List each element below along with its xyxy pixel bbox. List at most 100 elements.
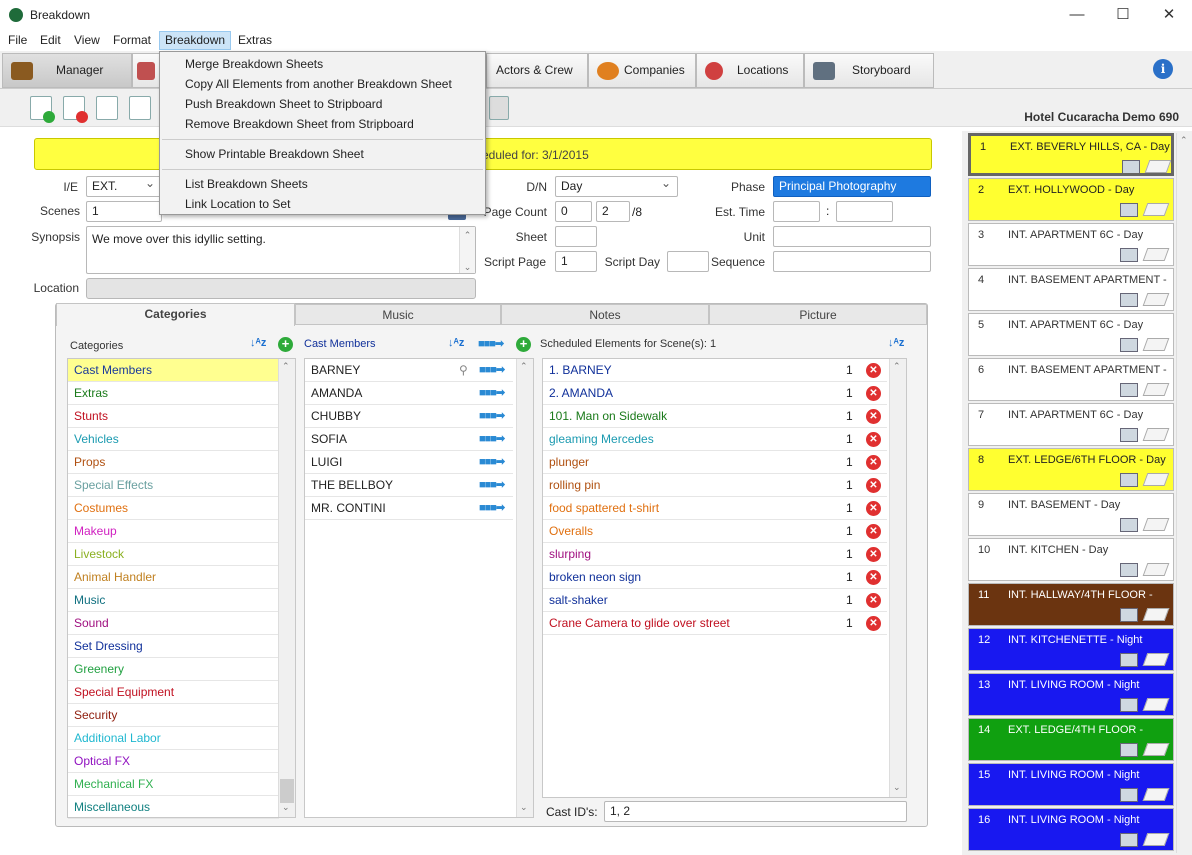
tab-categories[interactable]: Categories [56, 303, 295, 326]
cast-item[interactable]: AMANDA ■■■➡ [305, 382, 513, 405]
tab-manager[interactable]: Manager [2, 53, 132, 88]
scheduled-item[interactable]: 101. Man on Sidewalk 1 ✕ [543, 405, 887, 428]
scheduled-scrollbar[interactable]: ⌃ ⌄ [889, 359, 906, 797]
category-item[interactable]: Set Dressing [68, 635, 279, 658]
phase-select[interactable]: Principal Photography [773, 176, 931, 197]
cast-scrollbar[interactable]: ⌃ ⌄ [516, 359, 533, 817]
strip-item[interactable]: 1 EXT. BEVERLY HILLS, CA - Day [968, 133, 1174, 176]
tab-actors-crew[interactable]: Actors & Crew [486, 53, 588, 88]
category-item[interactable]: Vehicles [68, 428, 279, 451]
scheduled-item[interactable]: plunger 1 ✕ [543, 451, 887, 474]
tab-notes[interactable]: Notes [501, 304, 709, 325]
push-arrow-icon[interactable]: ■■■➡ [479, 474, 505, 496]
remove-element-icon[interactable]: ✕ [866, 570, 881, 585]
tab-companies[interactable]: Companies [588, 53, 696, 88]
menu-item-push-to-stripboard[interactable]: Push Breakdown Sheet to Stripboard [185, 97, 382, 111]
est-time-minutes-input[interactable] [836, 201, 893, 222]
tab-storyboard[interactable]: Storyboard [804, 53, 934, 88]
scheduled-item[interactable]: salt-shaker 1 ✕ [543, 589, 887, 612]
category-item[interactable]: Livestock [68, 543, 279, 566]
category-item[interactable]: Special Effects [68, 474, 279, 497]
menu-item-copy-elements[interactable]: Copy All Elements from another Breakdown… [185, 77, 452, 91]
stripboard-scrollbar[interactable]: ⌃ [1176, 133, 1191, 853]
strip-item[interactable]: 9 INT. BASEMENT - Day [968, 493, 1174, 536]
menu-item-list-sheets[interactable]: List Breakdown Sheets [185, 177, 308, 191]
menu-item-link-location[interactable]: Link Location to Set [185, 197, 290, 211]
strip-item[interactable]: 11 INT. HALLWAY/4TH FLOOR - [968, 583, 1174, 626]
cube-icon[interactable] [489, 96, 509, 120]
push-arrow-icon[interactable]: ■■■➡ [479, 451, 505, 473]
category-item[interactable]: Makeup [68, 520, 279, 543]
strip-item[interactable]: 13 INT. LIVING ROOM - Night [968, 673, 1174, 716]
delete-sheet-icon[interactable] [63, 96, 88, 123]
category-item[interactable]: Animal Handler [68, 566, 279, 589]
tab-picture[interactable]: Picture [709, 304, 927, 325]
scheduled-item[interactable]: broken neon sign 1 ✕ [543, 566, 887, 589]
sort-az-icon[interactable]: ↓ᴬz [250, 337, 266, 349]
synopsis-textarea[interactable]: We move over this idyllic setting. ⌃ ⌄ [86, 226, 476, 274]
cast-sort-az-icon[interactable]: ↓ᴬz [448, 337, 464, 349]
close-button[interactable]: ✕ [1146, 0, 1192, 30]
category-item[interactable]: Extras [68, 382, 279, 405]
synopsis-scrollbar[interactable]: ⌃ ⌄ [459, 227, 475, 273]
add-cast-icon[interactable]: + [516, 337, 531, 352]
remove-element-icon[interactable]: ✕ [866, 455, 881, 470]
page-count-whole-input[interactable]: 0 [555, 201, 592, 222]
scheduled-item[interactable]: Overalls 1 ✕ [543, 520, 887, 543]
dn-select[interactable]: Day [555, 174, 678, 197]
strip-item[interactable]: 5 INT. APARTMENT 6C - Day [968, 313, 1174, 356]
strip-item[interactable]: 8 EXT. LEDGE/6TH FLOOR - Day [968, 448, 1174, 491]
strip-item[interactable]: 3 INT. APARTMENT 6C - Day [968, 223, 1174, 266]
strip-item[interactable]: 4 INT. BASEMENT APARTMENT - [968, 268, 1174, 311]
menu-format[interactable]: Format [108, 31, 156, 50]
scheduled-item[interactable]: 2. AMANDA 1 ✕ [543, 382, 887, 405]
menu-item-merge-sheets[interactable]: Merge Breakdown Sheets [185, 57, 323, 71]
category-item[interactable]: Greenery [68, 658, 279, 681]
remove-element-icon[interactable]: ✕ [866, 616, 881, 631]
categories-scrollbar[interactable]: ⌃ ⌄ [278, 359, 295, 817]
scheduled-item[interactable]: rolling pin 1 ✕ [543, 474, 887, 497]
menu-item-remove-from-stripboard[interactable]: Remove Breakdown Sheet from Stripboard [185, 117, 414, 131]
cast-item[interactable]: LUIGI ■■■➡ [305, 451, 513, 474]
tab-locations[interactable]: Locations [696, 53, 804, 88]
menu-breakdown[interactable]: Breakdown [159, 31, 232, 50]
minimize-button[interactable]: — [1054, 0, 1100, 30]
strip-item[interactable]: 2 EXT. HOLLYWOOD - Day [968, 178, 1174, 221]
unit-input[interactable] [773, 226, 931, 247]
push-arrow-icon[interactable]: ■■■➡ [479, 497, 505, 519]
category-item[interactable]: Sound [68, 612, 279, 635]
scheduled-item[interactable]: gleaming Mercedes 1 ✕ [543, 428, 887, 451]
category-item[interactable]: Cast Members [68, 359, 279, 382]
new-sheet-icon[interactable] [30, 96, 55, 123]
scheduled-sort-icon[interactable]: ↓ᴬz [888, 337, 904, 349]
menu-view[interactable]: View [69, 31, 105, 50]
remove-element-icon[interactable]: ✕ [866, 547, 881, 562]
category-item[interactable]: Special Equipment [68, 681, 279, 704]
scheduled-item[interactable]: Crane Camera to glide over street 1 ✕ [543, 612, 887, 635]
strip-item[interactable]: 16 INT. LIVING ROOM - Night [968, 808, 1174, 851]
category-item[interactable]: Costumes [68, 497, 279, 520]
page-count-eighths-input[interactable]: 2 [596, 201, 630, 222]
menu-extras[interactable]: Extras [233, 31, 277, 50]
strip-item[interactable]: 15 INT. LIVING ROOM - Night [968, 763, 1174, 806]
info-icon[interactable]: i [1153, 59, 1173, 79]
location-field[interactable] [86, 278, 476, 299]
menu-file[interactable]: File [3, 31, 32, 50]
link-icon[interactable]: ⚲ [459, 359, 468, 381]
push-all-icon[interactable]: ■■■➡ [478, 337, 504, 350]
remove-element-icon[interactable]: ✕ [866, 593, 881, 608]
remove-element-icon[interactable]: ✕ [866, 478, 881, 493]
add-category-icon[interactable]: + [278, 337, 293, 352]
category-item[interactable]: Security [68, 704, 279, 727]
script-page-input[interactable]: 1 [555, 251, 597, 272]
tab-music[interactable]: Music [295, 304, 501, 325]
est-time-hours-input[interactable] [773, 201, 820, 222]
category-item[interactable]: Props [68, 451, 279, 474]
menu-item-show-printable[interactable]: Show Printable Breakdown Sheet [185, 147, 364, 161]
strip-item[interactable]: 7 INT. APARTMENT 6C - Day [968, 403, 1174, 446]
cast-item[interactable]: SOFIA ■■■➡ [305, 428, 513, 451]
copy-sheet-icon[interactable] [96, 96, 118, 120]
menu-edit[interactable]: Edit [35, 31, 66, 50]
cast-item[interactable]: BARNEY ⚲ ■■■➡ [305, 359, 513, 382]
strip-item[interactable]: 12 INT. KITCHENETTE - Night [968, 628, 1174, 671]
